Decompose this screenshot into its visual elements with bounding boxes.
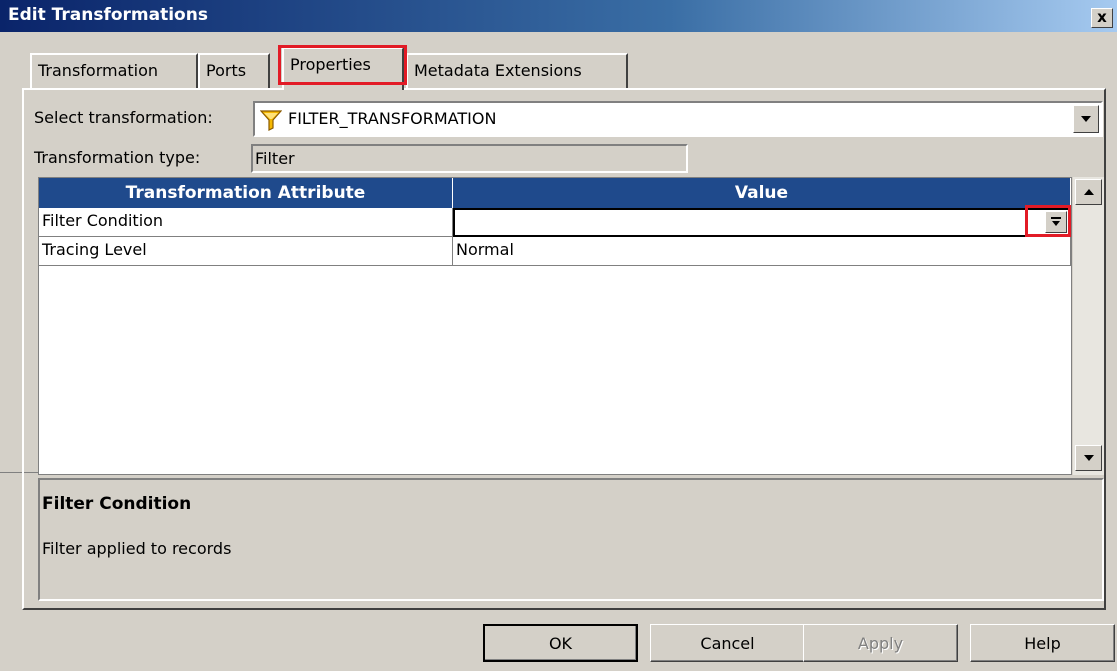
help-button[interactable]: Help (970, 624, 1115, 662)
transformation-type-field: Filter (251, 144, 688, 173)
ok-label: OK (548, 633, 573, 653)
close-icon: x (1097, 8, 1107, 26)
select-transformation-value: FILTER_TRANSFORMATION (288, 109, 497, 128)
tab-label: Metadata Extensions (414, 61, 582, 80)
dropdown-arrow-button[interactable] (1073, 105, 1099, 133)
grid-header: Transformation Attribute Value (39, 178, 1071, 208)
description-text: Filter applied to records (42, 539, 232, 558)
tab-properties[interactable]: Properties (282, 47, 404, 90)
properties-grid: Transformation Attribute Value Filter Co… (38, 177, 1072, 475)
funnel-icon (259, 109, 283, 135)
attribute-description-panel: Filter Condition Filter applied to recor… (38, 478, 1104, 601)
column-header-value[interactable]: Value (453, 178, 1071, 208)
filter-condition-value-cell[interactable] (453, 208, 1071, 237)
apply-label: Apply (857, 633, 904, 653)
attribute-cell: Filter Condition (39, 208, 453, 237)
window-title: Edit Transformations (8, 5, 208, 25)
arrow-down-icon (1051, 217, 1061, 226)
cancel-label: Cancel (700, 633, 755, 653)
column-header-attribute[interactable]: Transformation Attribute (39, 178, 453, 208)
table-row[interactable]: Filter Condition (39, 208, 1071, 237)
description-title: Filter Condition (42, 494, 192, 514)
chevron-up-icon (1083, 189, 1094, 195)
cancel-button[interactable]: Cancel (650, 624, 805, 662)
apply-button[interactable]: Apply (803, 624, 958, 662)
scroll-down-button[interactable] (1075, 445, 1102, 471)
scroll-up-button[interactable] (1075, 179, 1102, 205)
select-transformation-label: Select transformation: (34, 108, 213, 127)
open-expression-editor-button[interactable] (1045, 211, 1067, 233)
tab-label: Properties (290, 55, 371, 74)
value-cell[interactable]: Normal (453, 237, 1071, 266)
tab-metadata-extensions[interactable]: Metadata Extensions (406, 53, 628, 89)
tab-label: Ports (206, 61, 247, 80)
table-row[interactable]: Tracing Level Normal (39, 237, 1071, 266)
ok-button[interactable]: OK (483, 624, 638, 662)
attribute-cell: Tracing Level (39, 237, 453, 266)
close-button[interactable]: x (1091, 8, 1113, 28)
transformation-type-label: Transformation type: (34, 148, 201, 167)
chevron-down-icon (1081, 116, 1091, 122)
select-transformation-dropdown[interactable]: FILTER_TRANSFORMATION (253, 101, 1103, 137)
tab-ports[interactable]: Ports (198, 53, 270, 89)
title-bar: Edit Transformations x (0, 0, 1117, 32)
help-label: Help (1024, 633, 1061, 653)
chevron-down-icon (1083, 455, 1094, 461)
tab-label: Transformation (38, 61, 159, 80)
grid-scrollbar[interactable] (1073, 177, 1104, 475)
tab-transformation[interactable]: Transformation (30, 53, 198, 89)
